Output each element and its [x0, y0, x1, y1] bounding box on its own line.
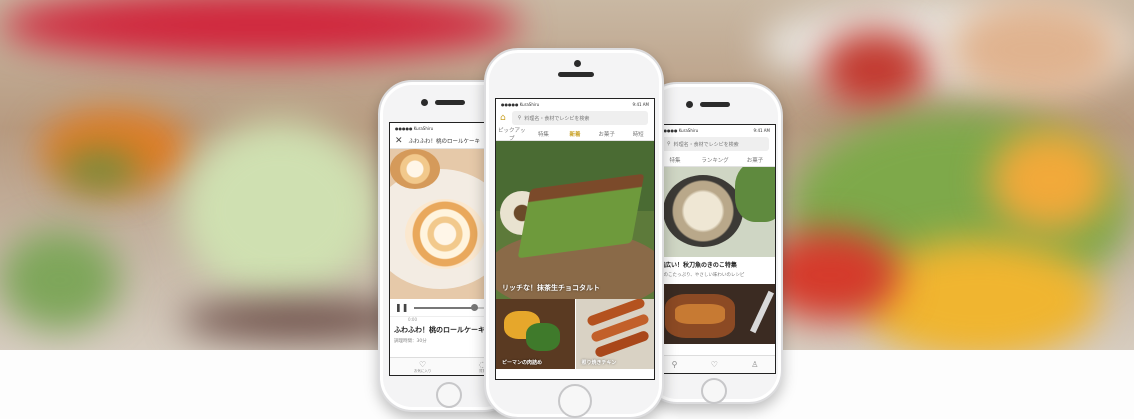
card2-caption: 照り焼きチキン	[581, 360, 617, 366]
camera-icon	[574, 60, 581, 67]
speaker-icon	[435, 100, 465, 105]
second-card-image[interactable]	[655, 284, 775, 344]
close-icon[interactable]: ✕	[395, 136, 403, 146]
recipe-card-2[interactable]: 照り焼きチキン	[574, 299, 654, 369]
feature-card-image[interactable]	[655, 167, 775, 257]
bottom-tab-bar: ⚲ ♡ ♙	[655, 355, 775, 373]
center-phone-screen: ●●●●● KuraShiru 9:41 AM ⌂ ⚲ 料理名・食材でレシピを検…	[495, 98, 655, 380]
user-tab-icon[interactable]: ♙	[751, 360, 758, 369]
home-button[interactable]	[558, 384, 592, 418]
app-logo-icon: ⌂	[500, 113, 506, 123]
right-phone: ●●●●● KuraShiru 9:41 AM ⚲ 料理名・食材でレシピを検索 …	[643, 82, 783, 404]
camera-icon	[686, 101, 693, 108]
tab-3[interactable]: お菓子	[591, 130, 623, 138]
tab-0[interactable]: ピックアップ	[496, 126, 528, 142]
category-tabs: 特集 ランキング お菓子	[655, 153, 775, 167]
progress-handle[interactable]	[471, 303, 479, 311]
tab-favorite-label: お気に入り	[413, 368, 432, 373]
search-placeholder: 料理名・食材でレシピを検索	[524, 115, 590, 122]
roll-cake-image-2	[390, 149, 440, 189]
status-time: 9:41 AM	[753, 127, 770, 133]
search-input[interactable]: ⚲ 料理名・食材でレシピを検索	[661, 137, 769, 151]
tab-1[interactable]: 特集	[528, 130, 560, 138]
tab-favorite[interactable]: ♡ お気に入り	[414, 360, 432, 374]
feature-card-title: 幅広い！秋刀魚のきのこ特集	[659, 262, 737, 269]
recipe-grid: ピーマンの肉詰め 照り焼きチキン	[496, 299, 654, 369]
hero-recipe-card[interactable]: リッチな！抹茶生チョコタルト	[496, 141, 654, 299]
search-input[interactable]: ⚲ 料理名・食材でレシピを検索	[511, 111, 648, 125]
tab-2[interactable]: お菓子	[735, 156, 775, 164]
home-button[interactable]	[701, 378, 727, 404]
status-bar: ●●●●● KuraShiru 9:41 AM	[655, 125, 775, 135]
heart-icon: ♡	[419, 359, 427, 369]
tab-1[interactable]: ランキング	[695, 156, 735, 164]
status-bar: ●●●●● KuraShiru 9:41 AM	[496, 99, 654, 109]
speaker-icon	[558, 72, 594, 77]
search-placeholder: 料理名・食材でレシピを検索	[673, 141, 739, 148]
search-icon: ⚲	[667, 141, 671, 147]
status-time: 9:41 AM	[632, 101, 649, 107]
roll-cake-image	[405, 199, 485, 269]
right-phone-screen: ●●●●● KuraShiru 9:41 AM ⚲ 料理名・食材でレシピを検索 …	[654, 124, 776, 374]
pause-icon[interactable]: ❚❚	[395, 303, 408, 312]
feature-card-desc: きのこたっぷり、やさしい味わいのレシピ	[659, 273, 745, 278]
heart-tab-icon[interactable]: ♡	[711, 360, 718, 369]
search-icon: ⚲	[517, 115, 522, 121]
home-button[interactable]	[436, 382, 462, 408]
camera-icon	[421, 99, 428, 106]
carrier-label: ●●●●● KuraShiru	[501, 101, 540, 107]
center-phone: ●●●●● KuraShiru 9:41 AM ⌂ ⚲ 料理名・食材でレシピを検…	[484, 48, 664, 419]
tab-4[interactable]: 時短	[622, 130, 654, 138]
header-title: ふわふわ！桃のロールケーキ	[408, 138, 481, 145]
skillet-image	[663, 175, 743, 247]
tab-2[interactable]: 新着	[559, 130, 591, 138]
app-header: ⌂ ⚲ 料理名・食材でレシピを検索	[496, 109, 654, 127]
hero-caption: リッチな！抹茶生チョコタルト	[502, 284, 600, 292]
carrier-label: ●●●●● KuraShiru	[660, 127, 699, 133]
speaker-icon	[700, 102, 730, 107]
carrier-label: ●●●●● KuraShiru	[395, 125, 434, 131]
card1-caption: ピーマンの肉詰め	[502, 360, 543, 366]
recipe-card-1[interactable]: ピーマンの肉詰め	[496, 299, 575, 369]
search-tab-icon[interactable]: ⚲	[672, 360, 678, 369]
category-tabs: ピックアップ 特集 新着 お菓子 時短	[496, 126, 654, 142]
fork-icon	[749, 290, 775, 334]
